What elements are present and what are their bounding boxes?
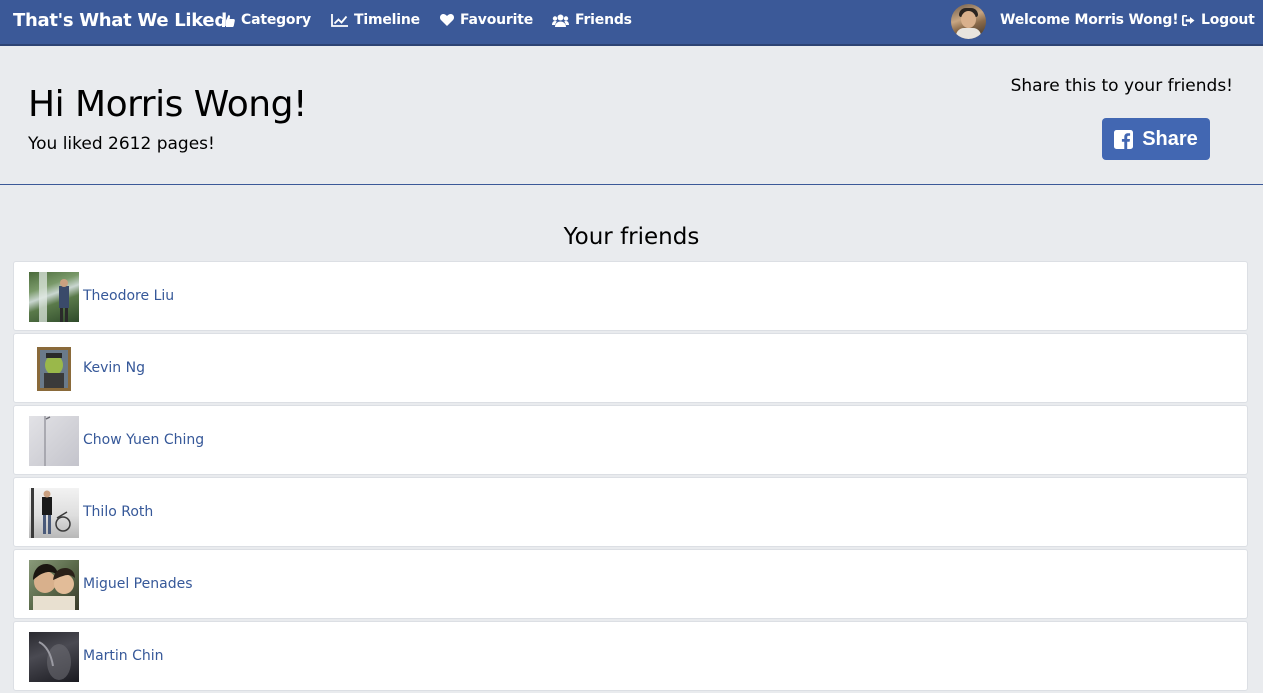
nav-friends[interactable]: Friends [552, 12, 632, 28]
friend-row: Chow Yuen Ching [13, 405, 1248, 475]
welcome-user-link[interactable]: Welcome Morris Wong! [1000, 12, 1179, 28]
friends-section-title: Your friends [563, 224, 700, 250]
nav-favourite[interactable]: Favourite [440, 12, 533, 28]
friend-photo[interactable] [29, 488, 79, 538]
nav-timeline[interactable]: Timeline [331, 12, 420, 28]
top-navbar: That's What We Liked Category Timeline F… [0, 0, 1263, 46]
friend-name-link[interactable]: Theodore Liu [83, 288, 174, 304]
friend-photo[interactable] [29, 272, 79, 322]
line-chart-icon [331, 13, 348, 27]
friend-name-link[interactable]: Thilo Roth [83, 504, 153, 520]
friend-name-link[interactable]: Kevin Ng [83, 360, 145, 376]
logout-icon [1182, 14, 1195, 26]
friend-row: Kevin Ng [13, 333, 1248, 403]
nav-category-label: Category [241, 12, 311, 28]
nav-timeline-label: Timeline [354, 12, 420, 28]
hero-section: Hi Morris Wong! You liked 2612 pages! Sh… [0, 46, 1263, 185]
logout-label: Logout [1201, 12, 1255, 28]
user-avatar[interactable] [951, 4, 986, 39]
welcome-user-label: Welcome Morris Wong! [1000, 12, 1179, 28]
friend-name-link[interactable]: Chow Yuen Ching [83, 432, 204, 448]
nav-favourite-label: Favourite [460, 12, 533, 28]
friend-name-link[interactable]: Martin Chin [83, 648, 164, 664]
friend-row: Miguel Penades [13, 549, 1248, 619]
share-prompt: Share this to your friends! [1010, 76, 1233, 96]
facebook-share-button[interactable]: Share [1102, 118, 1210, 160]
nav-category[interactable]: Category [221, 12, 311, 28]
friend-photo[interactable] [29, 416, 79, 466]
logout-link[interactable]: Logout [1182, 12, 1255, 28]
friends-list: Theodore Liu Kevin Ng Chow Yuen Ching Th… [13, 261, 1248, 693]
page-title: Hi Morris Wong! [28, 84, 307, 125]
friend-photo[interactable] [29, 632, 79, 682]
friend-name-link[interactable]: Miguel Penades [83, 576, 192, 592]
users-icon [552, 14, 569, 27]
nav-friends-label: Friends [575, 12, 632, 28]
thumbs-up-icon [222, 14, 235, 27]
friend-photo[interactable] [29, 344, 79, 394]
heart-icon [440, 14, 454, 26]
friend-row: Martin Chin [13, 621, 1248, 691]
brand-link[interactable]: That's What We Liked [13, 10, 227, 31]
share-button-label: Share [1142, 127, 1198, 150]
friend-row: Theodore Liu [13, 261, 1248, 331]
friend-photo[interactable] [29, 560, 79, 610]
friend-row: Thilo Roth [13, 477, 1248, 547]
facebook-icon [1114, 129, 1134, 149]
liked-count-text: You liked 2612 pages! [28, 134, 215, 154]
